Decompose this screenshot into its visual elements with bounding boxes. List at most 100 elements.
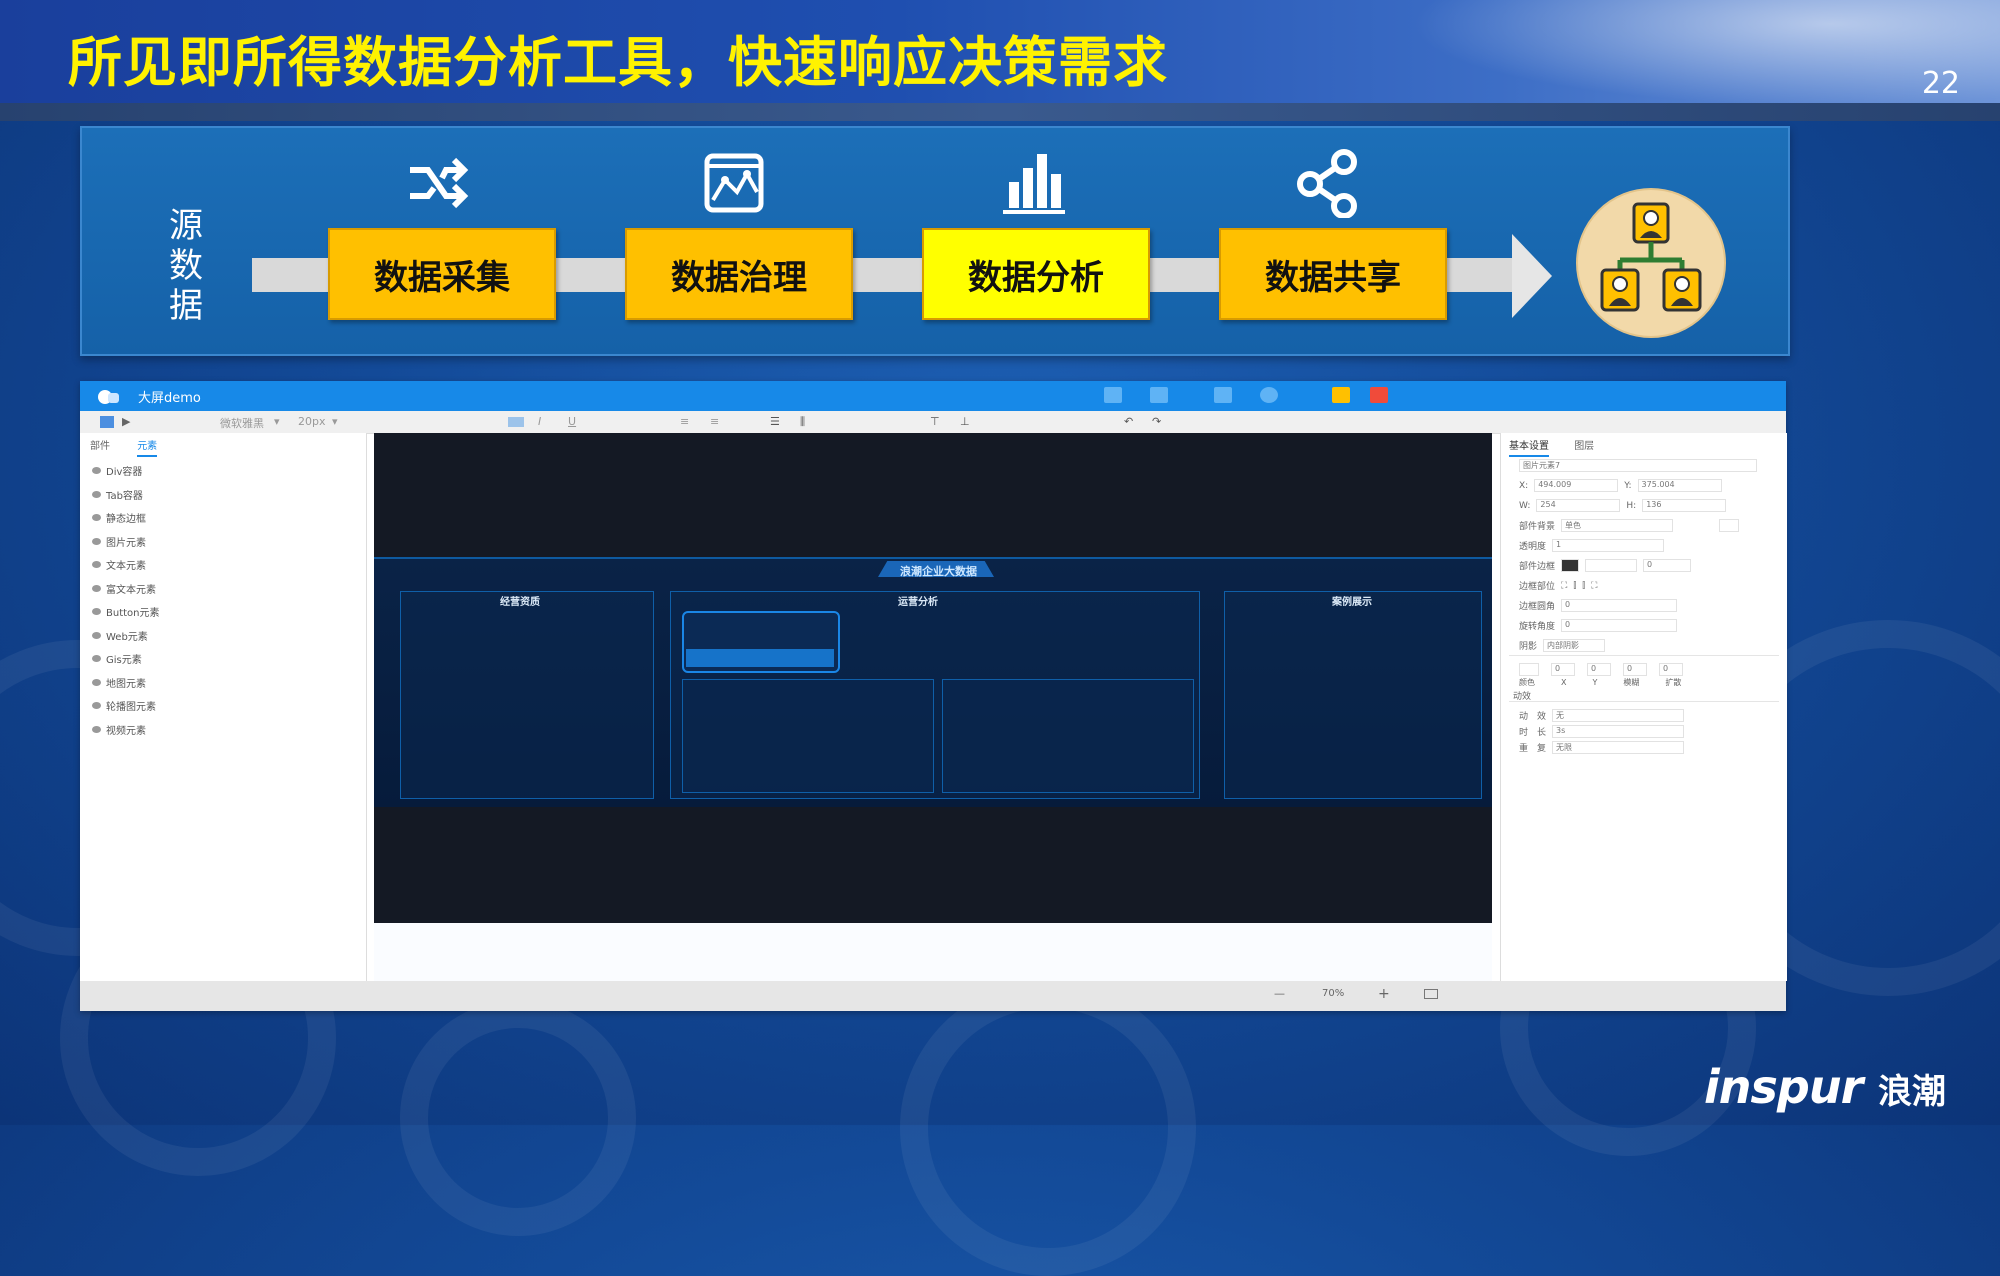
- border-width-select[interactable]: 0: [1643, 559, 1692, 572]
- preview-icon[interactable]: [1214, 387, 1232, 403]
- list-item[interactable]: 视频元素: [92, 718, 160, 742]
- shadow-select[interactable]: 内部阴影: [1543, 639, 1606, 652]
- italic-icon[interactable]: I: [538, 415, 541, 428]
- component-icon: [92, 702, 101, 710]
- border-none-icon[interactable]: ⛶: [1591, 581, 1597, 591]
- list-item[interactable]: Gis元素: [92, 647, 160, 671]
- element-name-field[interactable]: 图片元素7: [1519, 459, 1757, 472]
- height-field[interactable]: 136: [1642, 499, 1727, 512]
- zoom-out-button[interactable]: —: [1274, 987, 1285, 1000]
- border-color-swatch[interactable]: [1561, 559, 1580, 572]
- bar-chart-icon: [1003, 154, 1065, 214]
- tab-widgets[interactable]: 部件: [90, 437, 110, 455]
- select-tool-icon[interactable]: [100, 416, 114, 428]
- subpanel[interactable]: [682, 679, 934, 793]
- divider: [1509, 655, 1779, 656]
- tab-layers[interactable]: 图层: [1574, 437, 1594, 455]
- list-item[interactable]: 富文本元素: [92, 577, 160, 601]
- tab-elements[interactable]: 元素: [137, 437, 158, 457]
- list-item[interactable]: 图片元素: [92, 530, 160, 554]
- panel-qualification[interactable]: [400, 591, 654, 799]
- repeat-select[interactable]: 无限: [1552, 741, 1685, 754]
- component-icon: [92, 584, 101, 592]
- list-item[interactable]: 文本元素: [92, 553, 160, 577]
- shadow-y-field[interactable]: 0: [1587, 663, 1611, 676]
- dashboard-editor-window: 大屏demo ▶ 微软雅黑 ▾ 20px ▾ I U ≡ ≡ ☰ ⫼ ⊤ ⊥ ↶…: [80, 381, 1787, 1011]
- list-item[interactable]: Web元素: [92, 624, 160, 648]
- border-label: 部件边框: [1519, 562, 1556, 572]
- spacing-icon[interactable]: ⫼: [800, 415, 805, 429]
- rotate-field[interactable]: 0: [1561, 619, 1678, 632]
- play-icon[interactable]: ▶: [122, 415, 130, 428]
- opacity-row: 透明度 1: [1519, 539, 1665, 552]
- undo-icon[interactable]: ↶: [1124, 415, 1133, 428]
- panel-label: 案例展示: [1332, 597, 1372, 608]
- list-item[interactable]: Button元素: [92, 600, 160, 624]
- shadow-x-field[interactable]: 0: [1551, 663, 1575, 676]
- subpanel[interactable]: [942, 679, 1194, 793]
- align-left-icon[interactable]: ≡: [680, 415, 689, 428]
- fit-screen-icon[interactable]: [1424, 989, 1438, 999]
- opacity-select[interactable]: 1: [1552, 539, 1665, 552]
- power-icon[interactable]: [1370, 387, 1388, 403]
- component-label: Button元素: [106, 608, 160, 620]
- design-canvas[interactable]: 浪潮企业大数据 经营资质 运营分析 案例展示: [374, 433, 1492, 923]
- background-label: 部件背景: [1519, 522, 1556, 532]
- fill-color-icon[interactable]: [508, 417, 524, 427]
- background-color-swatch[interactable]: [1719, 519, 1740, 532]
- border-lr-icon[interactable]: ⫿: [1573, 581, 1576, 591]
- shadow-blur-field[interactable]: 0: [1623, 663, 1647, 676]
- divider: [1509, 701, 1779, 702]
- list-item[interactable]: 地图元素: [92, 671, 160, 695]
- shadow-color-swatch[interactable]: [1519, 663, 1539, 676]
- tab-basic-settings[interactable]: 基本设置: [1509, 437, 1549, 457]
- redo-icon[interactable]: ↷: [1152, 415, 1161, 428]
- border-style-select[interactable]: [1585, 559, 1638, 572]
- list-item[interactable]: Tab容器: [92, 483, 160, 507]
- border-position-row: 边框部位 ⛶ ⫿ ⫿ ⛶: [1519, 579, 1597, 593]
- component-icon: [92, 490, 101, 498]
- underline-icon[interactable]: U: [568, 415, 576, 428]
- background-swirl: [900, 980, 1196, 1276]
- background-select[interactable]: 单色: [1561, 519, 1674, 532]
- align-top-icon[interactable]: ⊤: [930, 415, 940, 428]
- refresh-icon[interactable]: [1260, 387, 1278, 403]
- animation-label: 动 效: [1519, 712, 1547, 722]
- shadow-spread-field[interactable]: 0: [1659, 663, 1683, 676]
- shadow-caption: 扩散: [1665, 678, 1682, 687]
- list-item[interactable]: 轮播图元素: [92, 694, 160, 718]
- property-panel: 基本设置 图层 图片元素7 X: 494.009 Y: 375.004 W: 2…: [1500, 433, 1787, 981]
- list-item[interactable]: 静态边框: [92, 506, 160, 530]
- border-all-icon[interactable]: ⛶: [1561, 581, 1567, 591]
- width-field[interactable]: 254: [1536, 499, 1621, 512]
- align-center-icon[interactable]: ≡: [710, 415, 719, 428]
- zoom-in-button[interactable]: +: [1378, 986, 1390, 1002]
- selected-image-element[interactable]: [682, 611, 840, 673]
- chevron-down-icon: ▾: [332, 415, 338, 428]
- dashboard-title: 浪潮企业大数据: [900, 565, 977, 578]
- border-tb-icon[interactable]: ⫿: [1582, 581, 1585, 591]
- component-icon: [92, 678, 101, 686]
- panel-label: 经营资质: [500, 597, 540, 608]
- font-family-select[interactable]: 微软雅黑: [220, 415, 264, 431]
- font-size-select[interactable]: 20px: [298, 415, 326, 428]
- flow-arrow-head: [1512, 234, 1552, 318]
- save-icon[interactable]: [1150, 387, 1168, 403]
- x-label: X:: [1519, 480, 1529, 491]
- editor-statusbar: — 70% +: [80, 981, 1786, 1011]
- duration-select[interactable]: 3s: [1552, 725, 1685, 738]
- theme-icon[interactable]: [1332, 387, 1350, 403]
- rotate-row: 旋转角度 0: [1519, 619, 1678, 632]
- export-icon[interactable]: [1104, 387, 1122, 403]
- list-item[interactable]: Div容器: [92, 459, 160, 483]
- animation-select[interactable]: 无: [1552, 709, 1685, 722]
- align-bottom-icon[interactable]: ⊥: [960, 415, 970, 428]
- element-name-row: 图片元素7: [1519, 459, 1757, 472]
- x-field[interactable]: 494.009: [1534, 479, 1619, 492]
- y-field[interactable]: 375.004: [1637, 479, 1722, 492]
- panel-cases[interactable]: [1224, 591, 1482, 799]
- distribute-icon[interactable]: ☰: [770, 415, 780, 428]
- component-panel: 部件 元素 Div容器 Tab容器 静态边框 图片元素 文本元素 富文本元素 B…: [80, 433, 367, 981]
- radius-field[interactable]: 0: [1561, 599, 1678, 612]
- component-label: 视频元素: [106, 725, 146, 737]
